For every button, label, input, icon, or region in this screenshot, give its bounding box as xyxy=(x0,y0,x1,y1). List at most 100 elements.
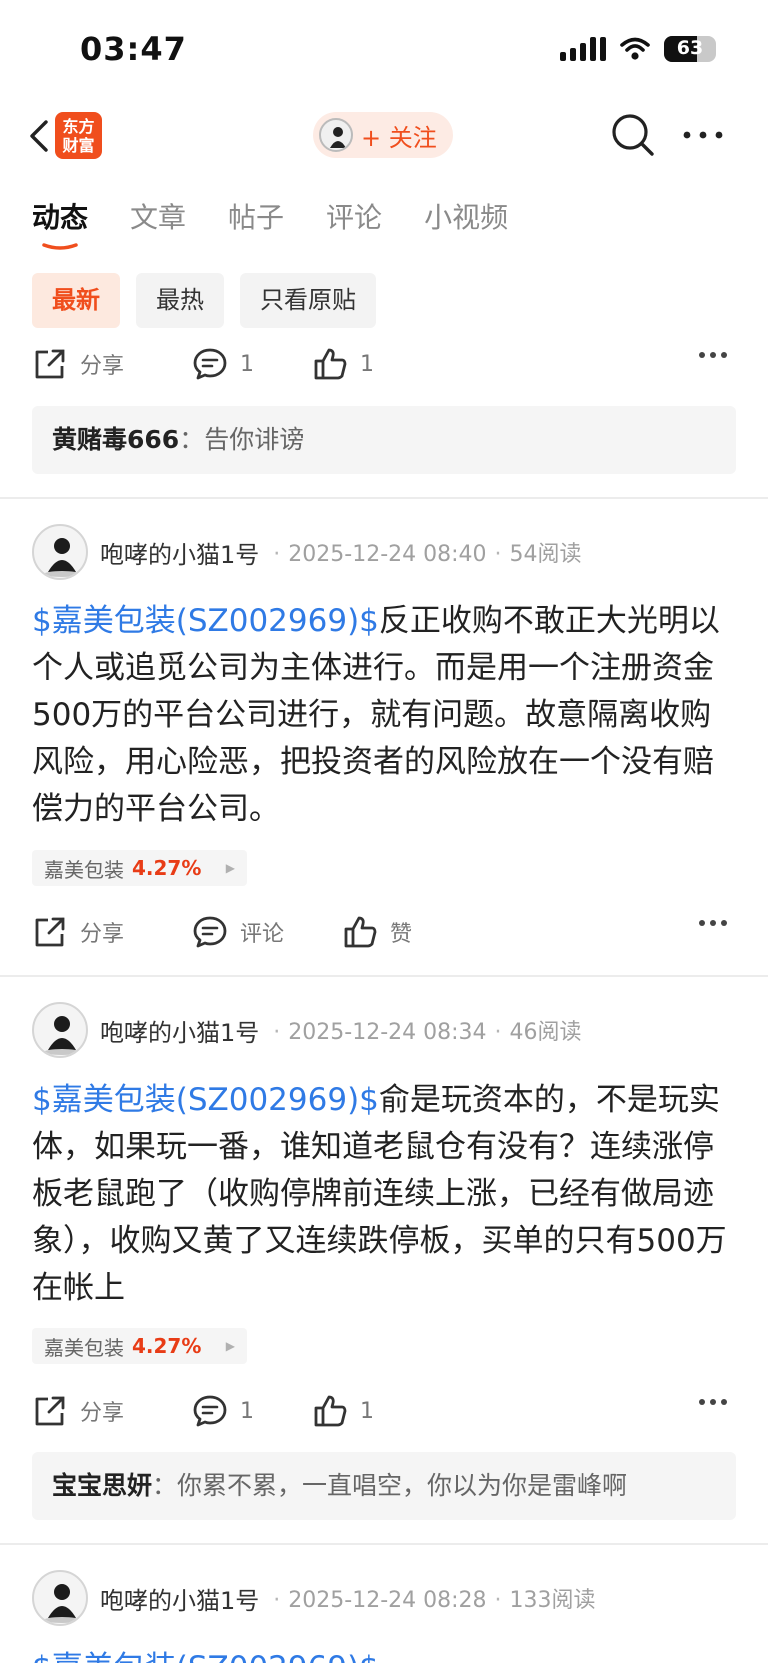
like-button[interactable]: 赞 xyxy=(342,914,442,950)
share-icon xyxy=(35,1396,65,1426)
stock-tag-name: 嘉美包装 xyxy=(44,1335,124,1360)
post-meta: · 2025-12-24 08:40 · 54阅读 xyxy=(273,542,582,567)
like-button[interactable]: 1 xyxy=(312,346,412,382)
post-body[interactable]: $嘉美包装(SZ002969)$反正收购不敢正大光明以个人或追觅公司为主体进行。… xyxy=(32,598,742,833)
app-logo: 东方 财富 xyxy=(55,112,102,159)
more-menu-icon[interactable] xyxy=(680,122,726,148)
hot-reply[interactable]: 黄赌毒666：告你诽谤 xyxy=(32,406,736,474)
comment-count: 1 xyxy=(240,1398,254,1424)
post-header: 咆哮的小猫1号 · 2025-12-24 08:34 · 46阅读 xyxy=(32,1002,736,1058)
post-more-icon[interactable] xyxy=(698,350,728,360)
filter-latest[interactable]: 最新 xyxy=(32,273,120,328)
share-label: 分享 xyxy=(80,354,125,379)
share-button[interactable]: 分享 xyxy=(32,1393,182,1429)
tab-label: 文章 xyxy=(130,201,187,234)
tab-dynamic[interactable]: 动态 xyxy=(32,196,89,250)
reply-author[interactable]: 宝宝思妍 xyxy=(52,1471,152,1500)
like-label: 赞 xyxy=(390,922,413,947)
post-body[interactable]: $嘉美包装(SZ002969)$ xyxy=(32,1645,742,1663)
comment-label: 评论 xyxy=(240,922,285,947)
share-button[interactable]: 分享 xyxy=(32,914,182,950)
post-actions: 分享 1 1 xyxy=(32,1387,736,1435)
cellular-signal-icon xyxy=(560,37,606,61)
filter-hottest[interactable]: 最热 xyxy=(136,273,224,328)
status-time: 03:47 xyxy=(80,30,187,68)
reply-separator: ： xyxy=(179,425,205,454)
stock-link[interactable]: $嘉美包装(SZ002969)$ xyxy=(32,1650,379,1663)
post-header: 咆哮的小猫1号 · 2025-12-24 08:40 · 54阅读 xyxy=(32,524,736,580)
stock-link[interactable]: $嘉美包装(SZ002969)$ xyxy=(32,603,379,639)
tab-articles[interactable]: 文章 xyxy=(130,196,186,236)
active-tab-indicator xyxy=(42,243,78,250)
follow-button[interactable]: + 关注 xyxy=(313,112,453,158)
post-actions: 分享 1 1 xyxy=(32,340,736,388)
logo-line-2: 财富 xyxy=(62,136,95,155)
comment-icon xyxy=(193,916,227,948)
hot-reply[interactable]: 宝宝思妍：你累不累，一直唱空，你以为你是雷峰啊 xyxy=(32,1452,736,1520)
stock-tag-change: 4.27% xyxy=(132,856,202,880)
comment-count: 1 xyxy=(240,351,254,377)
tab-comments[interactable]: 评论 xyxy=(326,196,382,236)
divider xyxy=(0,497,768,499)
reply-author[interactable]: 黄赌毒666 xyxy=(52,425,179,454)
share-label: 分享 xyxy=(80,1401,125,1426)
battery-icon: 63 xyxy=(664,36,716,62)
post-reads: 133阅读 xyxy=(509,1588,596,1613)
tab-short-videos[interactable]: 小视频 xyxy=(424,196,508,236)
post-time: 2025-12-24 08:28 xyxy=(288,1588,487,1613)
filter-chips: 最新 最热 只看原贴 xyxy=(32,273,376,328)
post-header: 咆哮的小猫1号 · 2025-12-24 08:28 · 133阅读 xyxy=(32,1570,736,1626)
tab-bar: 动态 文章 帖子 评论 小视频 xyxy=(32,196,508,250)
stock-tag[interactable]: 嘉美包装 4.27% ▶ xyxy=(32,850,247,886)
author-name[interactable]: 咆哮的小猫1号 xyxy=(100,1581,259,1616)
post-more-icon[interactable] xyxy=(698,1397,728,1407)
nav-bar: 东方 财富 + 关注 xyxy=(0,100,768,172)
like-count: 1 xyxy=(360,351,374,377)
stock-tag[interactable]: 嘉美包装 4.27% ▶ xyxy=(32,1328,247,1364)
post-more-icon[interactable] xyxy=(698,918,728,928)
chevron-right-icon: ▶ xyxy=(225,1339,235,1353)
post-time: 2025-12-24 08:40 xyxy=(288,542,487,567)
comment-icon xyxy=(193,1395,227,1427)
search-icon[interactable] xyxy=(610,112,656,158)
filter-original-only[interactable]: 只看原贴 xyxy=(240,273,376,328)
thumbs-up-icon xyxy=(314,1395,347,1427)
like-button[interactable]: 1 xyxy=(312,1393,412,1429)
post-time: 2025-12-24 08:34 xyxy=(288,1020,487,1045)
tab-posts[interactable]: 帖子 xyxy=(228,196,284,236)
tab-label: 评论 xyxy=(326,201,383,234)
tab-label: 动态 xyxy=(32,201,89,234)
author-avatar[interactable] xyxy=(32,1570,88,1626)
comment-button[interactable]: 1 xyxy=(192,346,312,382)
status-icons: 63 xyxy=(560,36,716,62)
post-actions: 分享 评论 赞 xyxy=(32,908,736,956)
comment-icon xyxy=(193,348,227,380)
stock-link[interactable]: $嘉美包装(SZ002969)$ xyxy=(32,1082,379,1118)
share-button[interactable]: 分享 xyxy=(32,346,182,382)
tab-label: 小视频 xyxy=(424,201,509,234)
follow-label: + 关注 xyxy=(361,123,437,152)
author-avatar[interactable] xyxy=(32,524,88,580)
divider xyxy=(0,975,768,977)
logo-line-1: 东方 xyxy=(62,117,95,136)
chevron-right-icon: ▶ xyxy=(225,861,235,875)
reply-text: 你累不累，一直唱空，你以为你是雷峰啊 xyxy=(177,1471,628,1500)
post-reads: 54阅读 xyxy=(509,542,582,567)
post-reads: 46阅读 xyxy=(509,1020,582,1045)
comment-button[interactable]: 评论 xyxy=(192,914,342,950)
author-name[interactable]: 咆哮的小猫1号 xyxy=(100,1013,259,1048)
post-meta: · 2025-12-24 08:28 · 133阅读 xyxy=(273,1588,596,1613)
post-meta: · 2025-12-24 08:34 · 46阅读 xyxy=(273,1020,582,1045)
reply-text: 告你诽谤 xyxy=(204,425,305,454)
thumbs-up-icon xyxy=(344,916,377,948)
share-label: 分享 xyxy=(80,922,125,947)
post-body[interactable]: $嘉美包装(SZ002969)$俞是玩资本的，不是玩实体，如果玩一番，谁知道老鼠… xyxy=(32,1077,742,1312)
reply-separator: ： xyxy=(152,1471,178,1500)
comment-button[interactable]: 1 xyxy=(192,1393,312,1429)
battery-percent: 63 xyxy=(676,37,704,59)
author-name[interactable]: 咆哮的小猫1号 xyxy=(100,535,259,570)
status-bar: 03:47 63 xyxy=(0,0,768,100)
stock-tag-change: 4.27% xyxy=(132,1334,202,1358)
author-avatar[interactable] xyxy=(32,1002,88,1058)
thumbs-up-icon xyxy=(314,348,347,380)
